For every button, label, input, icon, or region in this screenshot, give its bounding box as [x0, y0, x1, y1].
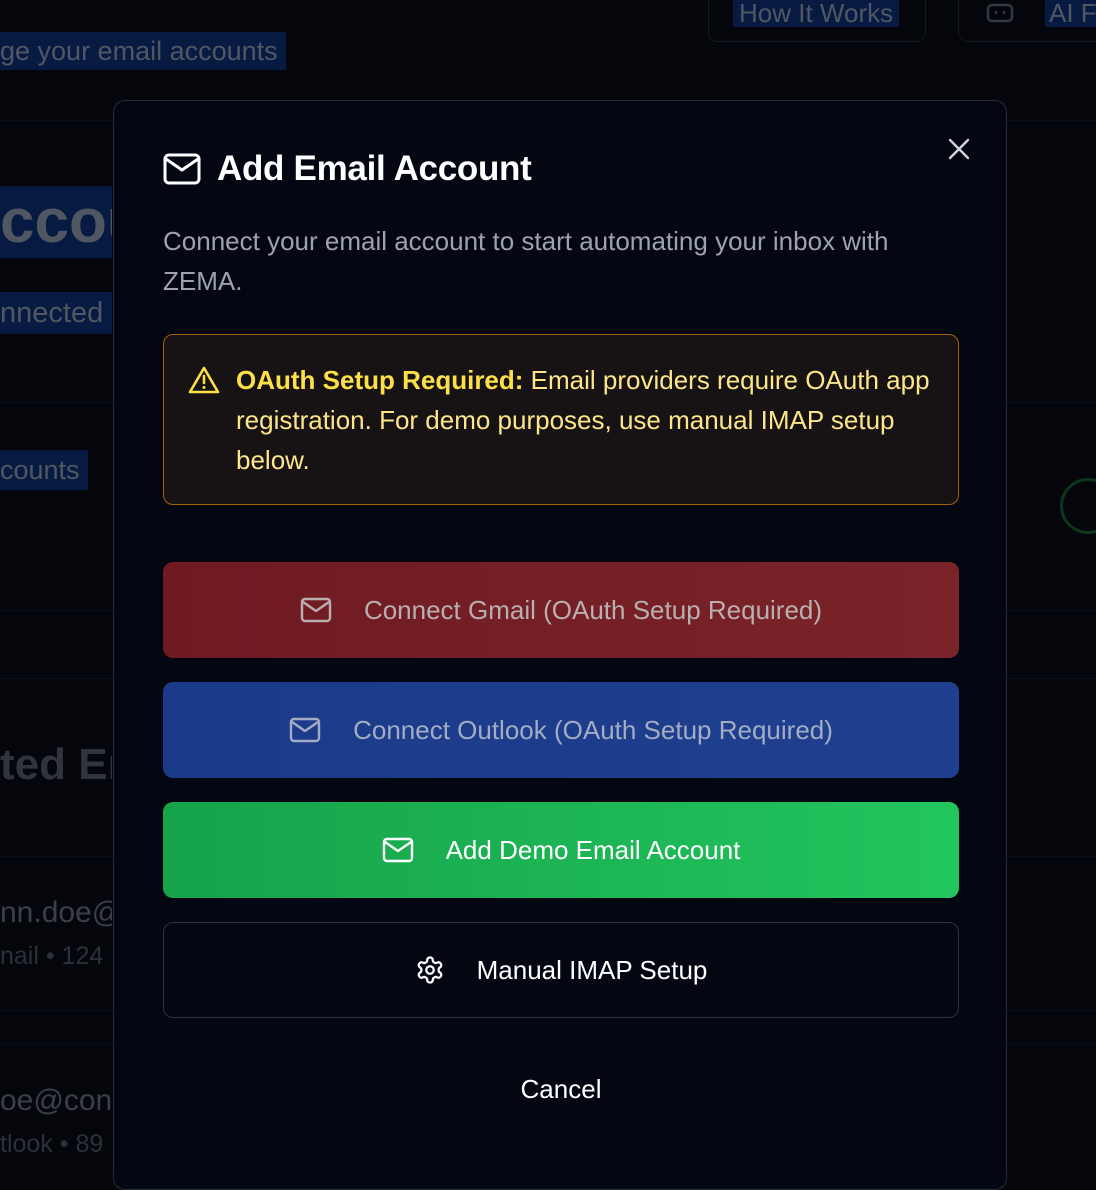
warning-message: OAuth Setup Required: Email providers re… [236, 360, 934, 480]
oauth-warning-alert: OAuth Setup Required: Email providers re… [163, 334, 959, 505]
mail-icon [289, 717, 321, 743]
alert-triangle-icon [188, 366, 220, 394]
dialog-title: Add Email Account [217, 149, 532, 188]
add-demo-account-label: Add Demo Email Account [445, 834, 741, 865]
gear-icon [417, 956, 442, 984]
add-demo-account-button[interactable]: Add Demo Email Account [163, 802, 959, 898]
manual-imap-setup-button[interactable]: Manual IMAP Setup [163, 922, 959, 1018]
dialog-description: Connect your email account to start auto… [163, 226, 889, 296]
manual-imap-setup-label: Manual IMAP Setup [476, 954, 708, 985]
connect-outlook-label: Connect Outlook (OAuth Setup Required) [353, 714, 833, 745]
connect-gmail-button[interactable]: Connect Gmail (OAuth Setup Required) [163, 562, 959, 658]
close-button[interactable] [944, 134, 974, 164]
mail-icon [163, 153, 201, 185]
mail-icon [300, 597, 332, 623]
mail-icon [382, 837, 413, 863]
connect-gmail-label: Connect Gmail (OAuth Setup Required) [363, 594, 823, 625]
dialog-header: Add Email Account [163, 149, 532, 189]
add-email-account-dialog: Add Email Account Connect your email acc… [113, 100, 1007, 1190]
close-icon [948, 138, 970, 160]
connect-outlook-button[interactable]: Connect Outlook (OAuth Setup Required) [163, 682, 959, 778]
warning-label: OAuth Setup Required: [236, 365, 524, 395]
cancel-button[interactable]: Cancel [163, 1061, 959, 1117]
